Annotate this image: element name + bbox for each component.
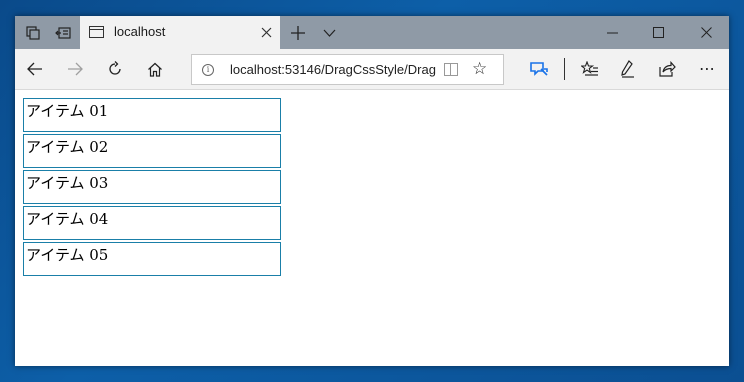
tab-list-button[interactable] — [313, 16, 345, 49]
notes-button[interactable] — [610, 53, 646, 85]
address-bar[interactable]: i localhost:53146/DragCssStyle/Drag( ☆ — [191, 54, 504, 85]
draggable-item[interactable]: アイテム 02 — [23, 134, 281, 168]
item-label: アイテム 03 — [26, 174, 109, 192]
tab-bar: localhost — [15, 16, 729, 49]
set-aside-icon — [55, 26, 71, 39]
draggable-item[interactable]: アイテム 04 — [23, 206, 281, 240]
new-tab-button[interactable] — [282, 16, 314, 49]
favorites-list-icon — [581, 61, 598, 76]
more-button[interactable]: ⋯ — [689, 53, 725, 85]
refresh-button[interactable] — [98, 53, 132, 85]
tab-overview-button[interactable] — [17, 16, 49, 49]
maximize-button[interactable] — [635, 16, 681, 49]
info-icon[interactable]: i — [202, 64, 214, 76]
back-button[interactable] — [18, 53, 52, 85]
item-label: アイテム 02 — [26, 138, 109, 156]
tab-close-button[interactable] — [256, 22, 276, 42]
navigation-toolbar: i localhost:53146/DragCssStyle/Drag( ☆ ⋯ — [15, 49, 729, 90]
browser-window: localhost i localhost:53146/DragCssStyle… — [15, 16, 729, 366]
draggable-item[interactable]: アイテム 03 — [23, 170, 281, 204]
favorites-hub-button[interactable] — [572, 53, 608, 85]
share-button[interactable] — [649, 53, 685, 85]
plus-icon — [291, 25, 305, 40]
close-icon — [261, 27, 271, 37]
forward-arrow-icon — [68, 62, 83, 76]
refresh-icon — [109, 61, 121, 75]
chevron-down-icon — [323, 29, 335, 37]
item-label: アイテム 04 — [26, 210, 109, 228]
set-aside-tabs-button[interactable] — [47, 16, 79, 49]
favorite-star-icon[interactable]: ☆ — [472, 59, 487, 79]
tab-overview-icon — [26, 25, 40, 40]
extension-icon — [530, 62, 548, 76]
maximize-icon — [652, 27, 664, 38]
page-content: アイテム 01 アイテム 02 アイテム 03 アイテム 04 アイテム 05 — [15, 91, 729, 366]
page-icon — [89, 26, 104, 38]
more-icon: ⋯ — [699, 61, 715, 78]
minimize-icon — [606, 32, 618, 34]
back-arrow-icon — [27, 62, 42, 76]
item-label: アイテム 01 — [26, 102, 109, 120]
close-window-button[interactable] — [683, 16, 729, 49]
home-icon — [148, 62, 162, 77]
home-button[interactable] — [138, 53, 172, 85]
share-icon — [659, 61, 676, 77]
pen-icon — [621, 60, 634, 78]
close-icon — [700, 27, 712, 38]
tab-localhost[interactable]: localhost — [80, 16, 280, 49]
reading-view-icon[interactable] — [444, 63, 458, 76]
minimize-button[interactable] — [589, 16, 635, 49]
draggable-item[interactable]: アイテム 05 — [23, 242, 281, 276]
item-label: アイテム 05 — [26, 246, 109, 264]
forward-button[interactable] — [58, 53, 92, 85]
tab-title: localhost — [114, 24, 166, 39]
url-text[interactable]: localhost:53146/DragCssStyle/Drag( — [230, 62, 436, 80]
draggable-item[interactable]: アイテム 01 — [23, 98, 281, 132]
extension-button[interactable] — [521, 53, 557, 85]
toolbar-separator — [564, 58, 565, 80]
